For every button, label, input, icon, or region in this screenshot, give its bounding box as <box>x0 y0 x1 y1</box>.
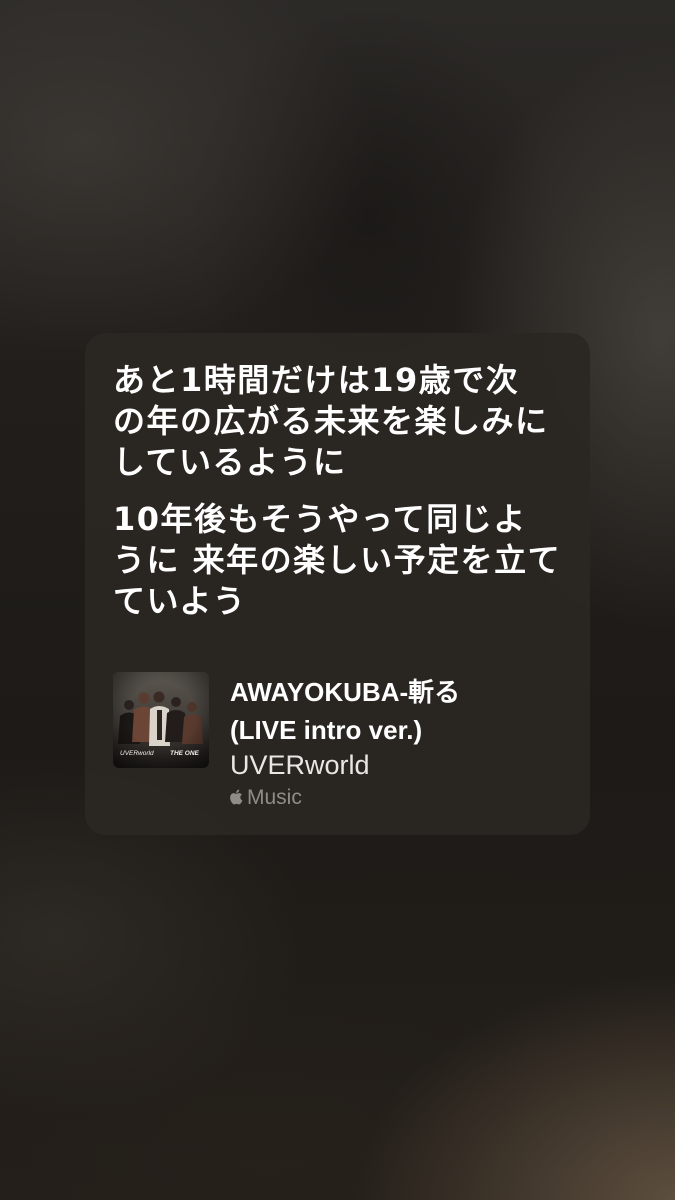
artwork-album-label: THE ONE <box>170 750 200 757</box>
lyrics-share-card[interactable]: あと1時間だけは19歳で次 の年の広がる未来を楽しみに しているように 10年後… <box>85 333 590 835</box>
lyric-line: 10年後もそうやって同じよ <box>113 500 527 538</box>
lyric-line: うに 来年の楽しい予定を立て <box>113 541 562 579</box>
lyrics-block: あと1時間だけは19歳で次 の年の広がる未来を楽しみに しているように 10年後… <box>113 360 561 622</box>
album-artwork: UVERworld THE ONE <box>113 672 209 768</box>
lyrics-paragraph: あと1時間だけは19歳で次 の年の広がる未来を楽しみに しているように <box>113 360 561 483</box>
apple-music-badge: Music <box>228 785 302 811</box>
lyric-line: ていよう <box>113 582 247 620</box>
song-title: AWAYOKUBA-斬る (LIVE intro ver.) <box>230 673 460 749</box>
lyric-line: しているように <box>113 443 347 481</box>
lyric-line: あと1時間だけは19歳で次 <box>113 361 520 399</box>
artwork-band-label: UVERworld <box>120 750 154 757</box>
album-artwork-image: UVERworld THE ONE <box>113 672 209 768</box>
apple-logo-icon <box>230 789 243 804</box>
song-title-line: AWAYOKUBA-斬る <box>230 677 461 707</box>
service-label: Music <box>247 786 302 809</box>
song-title-line: (LIVE intro ver.) <box>230 715 423 745</box>
artist-name: UVERworld <box>230 750 370 780</box>
lyrics-paragraph: 10年後もそうやって同じよ うに 来年の楽しい予定を立て ていよう <box>113 499 561 622</box>
lyric-line: の年の広がる未来を楽しみに <box>113 402 549 440</box>
